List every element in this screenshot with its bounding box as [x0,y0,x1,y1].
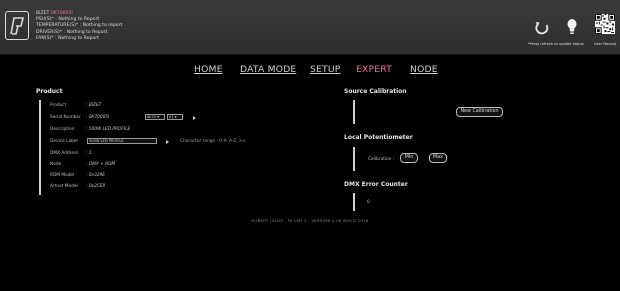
rdm-model-row: RDM Model: 0x329E [50,173,106,178]
device-serial: 0K70005I [50,11,73,16]
description-row: Description: 500W LED PROFILE [50,127,131,132]
footer-version: ROBERT JULIAT - RJ LED 2 - VERSION 4.06 … [251,218,369,223]
refresh-note: *Press refresh to update status [528,42,584,46]
serial-prefix-select[interactable]: 0k70 ▾ [145,114,165,120]
min-button[interactable]: Min [400,153,418,163]
header-bar: BIZET 0K70005I PSU(S)* : Nothing to Repo… [0,0,620,55]
product-row: Product: BIZET [50,103,102,108]
serial-suffix-select[interactable]: 01 ▾ [167,114,183,120]
max-button[interactable]: Max [429,153,447,163]
dmx-error-value: 0 [367,200,370,205]
char-range-hint: Character range : 0-9, A-Z, a-z [180,139,246,144]
nav-data-mode[interactable]: DATA MODE [240,64,296,75]
source-calibration-divider [353,100,355,124]
calibration-label: Calibration : [368,157,395,162]
serial-row: Serial Number: 0K70005I [50,115,110,120]
dmx-error-divider [353,193,355,211]
source-calibration-title: Source Calibration [344,88,407,95]
product-divider [39,100,41,195]
device-label-input[interactable]: 500W LED PROFILE [87,138,157,144]
serial-apply-icon[interactable] [193,116,196,120]
status-fan: FAN(S)* : Nothing to Report [36,35,99,41]
dmx-error-title: DMX Error Counter [344,181,408,188]
user-manual-link[interactable]: User Manual [594,42,616,46]
brand-logo-icon [5,11,29,40]
local-pot-title: Local Potentiometer [344,134,413,141]
lightbulb-icon[interactable] [567,19,577,36]
new-calibration-button[interactable]: New Calibration [456,107,503,117]
product-title: Product [36,88,63,95]
device-label-apply-icon[interactable] [166,140,169,144]
main-nav: HOME DATA MODE SETUP EXPERT NODE [0,64,620,78]
qr-code-icon[interactable] [595,14,615,34]
nav-home[interactable]: HOME [194,64,223,75]
status-temperature: TEMPERATURE(S)* : Nothing to report [36,23,123,29]
nav-node[interactable]: NODE [410,64,438,75]
dmx-address-row: DMX Address: 1 [50,151,92,156]
device-label-row: Device Label [50,139,78,144]
refresh-icon[interactable] [534,20,550,36]
nav-setup[interactable]: SETUP [310,64,341,75]
status-panel: BIZET 0K70005I PSU(S)* : Nothing to Repo… [36,11,122,42]
local-pot-divider [353,147,355,171]
node-row: Node: DMX + RDM [50,162,116,167]
nav-expert[interactable]: EXPERT [356,64,392,75]
artnet-model-row: Artnet Model: 0x2CE9 [50,184,106,189]
